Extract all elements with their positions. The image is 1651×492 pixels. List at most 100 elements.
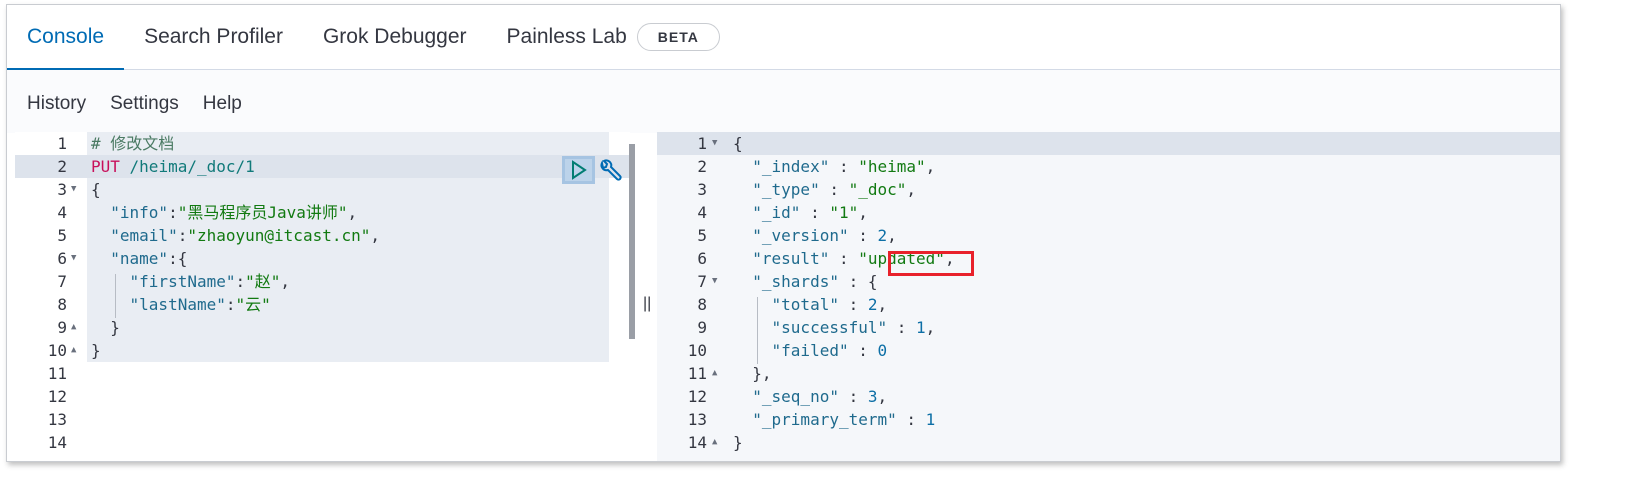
tab-label: Painless Lab bbox=[506, 25, 627, 48]
tab-console[interactable]: Console bbox=[7, 5, 125, 71]
code-token: "email" bbox=[110, 226, 178, 245]
fold-down-icon[interactable]: ▼ bbox=[71, 247, 76, 270]
fold-down-icon[interactable]: ▼ bbox=[712, 270, 717, 293]
code-line: 2 "_index" : "heima", bbox=[657, 155, 1560, 178]
code-line: 8 "lastName":"云" bbox=[15, 293, 630, 316]
code-line: 4 "_id" : "1", bbox=[657, 201, 1560, 224]
code-text: "total" : 2, bbox=[733, 293, 888, 316]
code-token: , bbox=[370, 226, 381, 245]
code-text: "_shards" : { bbox=[733, 270, 878, 293]
help-link[interactable]: Help bbox=[203, 93, 242, 115]
code-line: 3 ▼ { bbox=[15, 178, 630, 201]
panel-resizer[interactable]: || bbox=[643, 295, 651, 313]
code-line: 12 bbox=[15, 385, 630, 408]
code-token: : { bbox=[838, 272, 878, 291]
line-number: 8 bbox=[57, 295, 67, 314]
line-number: 2 bbox=[57, 157, 67, 176]
code-token: "_primary_term" bbox=[752, 410, 897, 429]
history-link[interactable]: History bbox=[27, 93, 86, 115]
result-highlight-box bbox=[888, 251, 974, 276]
code-line: 1 # 修改文档 bbox=[15, 132, 630, 155]
request-editor[interactable]: 1 # 修改文档 2 PUT /heima/_doc/1 3 ▼{4 "info":"黑马… bbox=[15, 132, 635, 461]
code-line: 5 "email":"zhaoyun@itcast.cn", bbox=[15, 224, 630, 247]
code-token: "1" bbox=[829, 203, 859, 222]
code-token: , bbox=[887, 226, 897, 245]
code-token: :{ bbox=[168, 249, 188, 268]
settings-link[interactable]: Settings bbox=[110, 93, 179, 115]
code-token: "_shards" bbox=[752, 272, 839, 291]
code-token: "firstName" bbox=[129, 272, 236, 291]
line-number: 1 bbox=[697, 134, 707, 153]
code-token: }, bbox=[733, 364, 772, 383]
code-line: 10 ▲} bbox=[15, 339, 630, 362]
code-text: # 修改文档 bbox=[91, 132, 174, 155]
fold-up-icon[interactable]: ▲ bbox=[712, 362, 717, 385]
fold-up-icon[interactable]: ▲ bbox=[712, 431, 717, 454]
line-number: 12 bbox=[47, 387, 67, 406]
code-text: } bbox=[91, 339, 101, 362]
code-token: : bbox=[168, 203, 178, 222]
code-text: "_id" : "1", bbox=[733, 201, 868, 224]
code-token: "failed" bbox=[771, 341, 849, 360]
code-token: : bbox=[819, 180, 849, 199]
code-token: "name" bbox=[110, 249, 169, 268]
fold-up-icon[interactable]: ▲ bbox=[71, 316, 76, 339]
code-text: "failed" : 0 bbox=[733, 339, 888, 362]
code-token: /heima/_doc/1 bbox=[119, 157, 255, 176]
code-token: : bbox=[887, 318, 917, 337]
fold-down-icon[interactable]: ▼ bbox=[71, 178, 76, 201]
dev-tools-window: Console Search Profiler Grok Debugger Pa… bbox=[6, 4, 1561, 462]
code-line: 7 ▼ "_shards" : { bbox=[657, 270, 1560, 293]
beta-badge: BETA bbox=[636, 23, 720, 51]
code-token: 3 bbox=[867, 387, 878, 406]
tab-painless-lab[interactable]: Painless Lab BETA bbox=[487, 5, 740, 70]
code-token: "_doc" bbox=[848, 180, 907, 199]
code-token: { bbox=[91, 180, 101, 199]
code-line: 6 ▼ "name":{ bbox=[15, 247, 630, 270]
code-token: : bbox=[848, 226, 878, 245]
code-token: "lastName" bbox=[129, 295, 226, 314]
code-line: 4 "info":"黑马程序员Java讲师", bbox=[15, 201, 630, 224]
tab-search-profiler[interactable]: Search Profiler bbox=[124, 5, 303, 70]
tab-grok-debugger[interactable]: Grok Debugger bbox=[303, 5, 487, 70]
code-line: 9 "successful" : 1, bbox=[657, 316, 1560, 339]
code-token: "_version" bbox=[752, 226, 849, 245]
line-number: 3 bbox=[57, 180, 67, 199]
code-token: 1 bbox=[916, 318, 926, 337]
code-line: 2 PUT /heima/_doc/1 bbox=[15, 155, 630, 178]
code-token: : bbox=[800, 203, 830, 222]
line-number: 4 bbox=[697, 203, 707, 222]
code-token: : bbox=[829, 157, 859, 176]
line-number: 13 bbox=[47, 410, 67, 429]
code-token: "_type" bbox=[752, 180, 820, 199]
code-text: }, bbox=[733, 362, 772, 385]
code-token: , bbox=[280, 272, 291, 291]
code-token: } bbox=[733, 433, 743, 452]
code-token: , bbox=[906, 180, 917, 199]
code-token: : bbox=[838, 295, 868, 314]
fold-up-icon[interactable]: ▲ bbox=[71, 339, 76, 362]
fold-down-icon[interactable]: ▼ bbox=[712, 132, 717, 155]
code-token: , bbox=[925, 318, 936, 337]
code-line: 11 bbox=[15, 362, 630, 385]
code-line: 13 bbox=[15, 408, 630, 431]
code-token: "info" bbox=[110, 203, 169, 222]
line-number: 5 bbox=[57, 226, 67, 245]
code-token: 2 bbox=[867, 295, 878, 314]
code-token: "_id" bbox=[752, 203, 801, 222]
code-token: , bbox=[925, 157, 936, 176]
code-token: 2 bbox=[877, 226, 888, 245]
code-text: { bbox=[91, 178, 101, 201]
code-token: , bbox=[877, 295, 888, 314]
